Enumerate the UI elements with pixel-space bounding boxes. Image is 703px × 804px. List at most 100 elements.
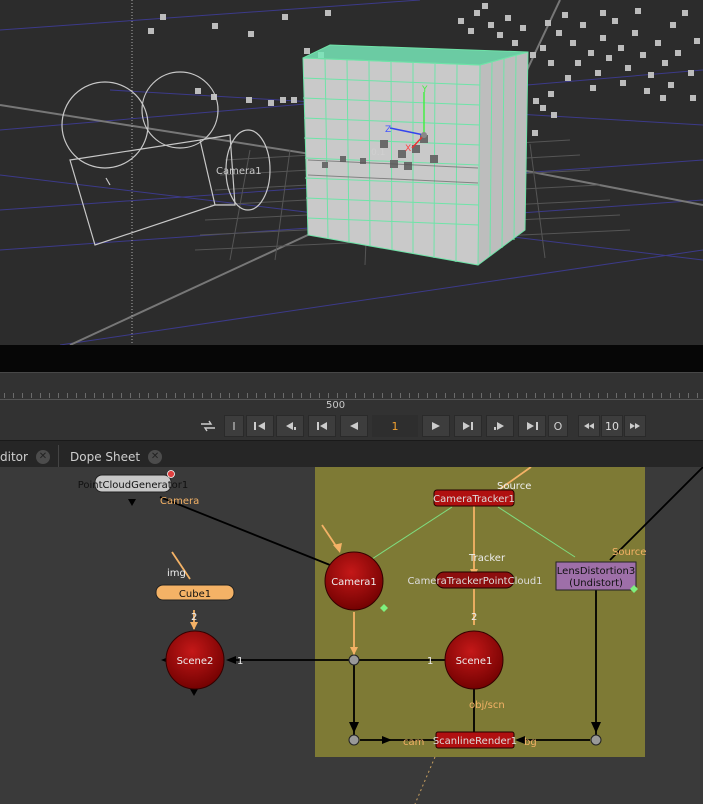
ruler-tick xyxy=(382,393,383,398)
current-frame-field[interactable]: 1 xyxy=(372,415,418,437)
ruler-tick xyxy=(454,393,455,398)
ruler-tick xyxy=(391,393,392,398)
node-label-line2: (Undistort) xyxy=(569,578,623,589)
ruler-tick xyxy=(634,393,635,398)
play-icon xyxy=(432,422,440,430)
node-point-cloud-generator[interactable]: PointCloudGenerator1 xyxy=(78,470,189,493)
ruler-tick xyxy=(40,393,41,398)
ruler-tick xyxy=(211,393,212,398)
last-frame-button[interactable] xyxy=(518,415,546,437)
ruler-tick xyxy=(463,393,464,398)
ruler-tick xyxy=(400,393,401,398)
ruler-tick xyxy=(427,393,428,398)
cube-object[interactable] xyxy=(302,44,529,266)
fast-forward-icon xyxy=(630,423,640,429)
viewer-canvas[interactable]: Camera1 Y Z X 0.1 xyxy=(0,0,703,345)
ruler-tick xyxy=(220,393,221,398)
ruler-tick xyxy=(553,393,554,398)
next-keyframe-button[interactable] xyxy=(486,415,514,437)
pipe-label-bg: bg xyxy=(524,737,537,748)
viewer-info-bar xyxy=(0,345,703,372)
step-forward-button[interactable] xyxy=(454,415,482,437)
ruler-tick xyxy=(697,393,698,398)
node-scene1[interactable]: Scene1 xyxy=(444,630,504,690)
ruler-tick xyxy=(310,393,311,398)
step-back-button[interactable] xyxy=(308,415,336,437)
ruler-tick xyxy=(4,393,5,398)
node-camera[interactable]: Camera1 xyxy=(324,551,384,611)
decrement-button[interactable] xyxy=(578,415,600,437)
camera-label: Camera1 xyxy=(216,166,262,177)
close-icon[interactable]: ✕ xyxy=(148,449,163,464)
node-label: PointCloudGenerator1 xyxy=(78,480,189,491)
sync-icon[interactable] xyxy=(196,415,220,437)
node-camera-tracker[interactable]: CameraTracker1 xyxy=(433,489,515,507)
tab-label: Dope Sheet xyxy=(70,449,141,464)
ruler-tick xyxy=(373,393,374,398)
ruler-tick xyxy=(355,393,356,398)
axis-z-label: Z xyxy=(385,125,391,135)
node-label: Cube1 xyxy=(179,589,211,600)
rewind-icon xyxy=(584,423,594,429)
tab-curve-editor[interactable]: ditor ✕ xyxy=(0,445,50,468)
ruler-tick xyxy=(661,393,662,398)
play-forward-button[interactable] xyxy=(422,415,450,437)
3d-viewer[interactable]: Camera1 Y Z X 0.1 xyxy=(0,0,703,345)
play-backward-button[interactable] xyxy=(340,415,368,437)
first-frame-button[interactable] xyxy=(246,415,274,437)
node-lens-distortion[interactable]: LensDistortion3 (Undistort) xyxy=(555,561,637,591)
timeline-ruler[interactable] xyxy=(0,387,703,401)
in-point-button[interactable]: I xyxy=(224,415,244,437)
distance-label: 0.1 xyxy=(371,148,385,158)
ruler-tick xyxy=(157,393,158,398)
ruler-tick xyxy=(517,393,518,398)
pipe-dashed xyxy=(414,756,436,804)
node-scene2[interactable]: Scene2 xyxy=(165,630,225,690)
ruler-tick xyxy=(670,393,671,398)
ruler-tick xyxy=(571,393,572,398)
ruler-tick xyxy=(607,393,608,398)
ruler-tick xyxy=(58,393,59,398)
ruler-tick xyxy=(445,393,446,398)
node-cube[interactable]: Cube1 xyxy=(155,584,235,601)
pipe-label-camera: Camera xyxy=(160,496,199,507)
axis-x-label: X xyxy=(405,144,411,154)
ruler-tick xyxy=(472,393,473,398)
timeline-panel[interactable]: 500 I 1 O 10 xyxy=(0,372,703,440)
ruler-tick xyxy=(418,393,419,398)
ruler-tick xyxy=(265,393,266,398)
ruler-tick xyxy=(67,393,68,398)
pipe-label-cam: cam xyxy=(403,737,424,748)
ruler-tick xyxy=(625,393,626,398)
ruler-tick xyxy=(562,393,563,398)
dot-node[interactable] xyxy=(590,734,602,746)
step-back-icon xyxy=(317,422,327,430)
node-graph-canvas[interactable]: PointCloudGenerator1 CameraTracker1 Came… xyxy=(0,467,703,804)
dot-node[interactable] xyxy=(348,654,360,666)
ruler-tick xyxy=(247,393,248,398)
ruler-tick xyxy=(409,393,410,398)
ruler-tick xyxy=(508,393,509,398)
prev-keyframe-button[interactable] xyxy=(276,415,304,437)
ruler-tick xyxy=(589,393,590,398)
ruler-tick xyxy=(94,393,95,398)
ruler-tick xyxy=(148,393,149,398)
node-graph[interactable]: PointCloudGenerator1 CameraTracker1 Came… xyxy=(0,467,703,804)
ruler-tick xyxy=(238,393,239,398)
play-backward-icon xyxy=(350,422,358,430)
ruler-tick xyxy=(679,393,680,398)
close-icon[interactable]: ✕ xyxy=(35,449,50,464)
increment-field[interactable]: 10 xyxy=(601,415,623,437)
pipe-label-source: Source xyxy=(497,481,531,492)
pipe-label-obj-scn: obj/scn xyxy=(469,700,505,711)
tab-dope-sheet[interactable]: Dope Sheet ✕ xyxy=(58,445,163,468)
ruler-tick xyxy=(256,393,257,398)
dot-node[interactable] xyxy=(348,734,360,746)
out-point-button[interactable]: O xyxy=(548,415,568,437)
node-scanline-render[interactable]: ScanlineRender1 xyxy=(433,731,517,749)
ruler-tick xyxy=(49,393,50,398)
increment-button[interactable] xyxy=(624,415,646,437)
pipe-label-cube-input: 2 xyxy=(191,612,197,623)
ruler-tick xyxy=(166,393,167,398)
ruler-tick xyxy=(184,393,185,398)
